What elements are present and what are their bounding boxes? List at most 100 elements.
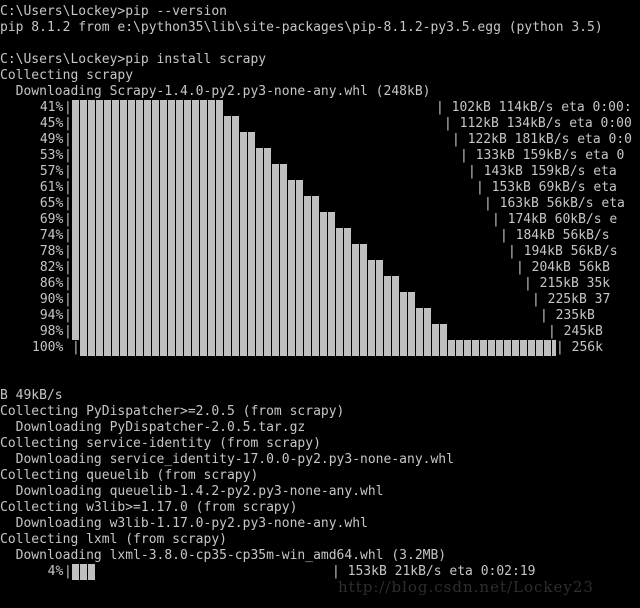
progress-bar-left-bracket: | (64, 292, 72, 307)
progress-stats-label: | 143kB 159kB/s eta (468, 164, 617, 179)
terminal-line: Downloading Scrapy-1.4.0-py2.py3-none-an… (0, 84, 431, 99)
progress-stats-label: | 194kB 56kB/s (508, 244, 618, 259)
progress-bar-fill (72, 132, 256, 148)
progress-bar-left-bracket: | (64, 100, 72, 115)
progress-stats-label: | 133kB 159kB/s eta 0 (460, 148, 625, 163)
progress-stats-label: | 163kB 56kB/s eta (484, 196, 625, 211)
terminal-line: C:\Users\Lockey>pip install scrapy (0, 52, 267, 67)
terminal-line: Downloading w3lib-1.17.0-py2.py3-none-an… (0, 516, 368, 531)
progress-percent-label: 61% (32, 180, 64, 195)
scrapy-progress-row: 61% | | 153kB 69kB/s eta (0, 180, 640, 196)
progress-bar-fill (72, 276, 400, 292)
progress-bar-fill (72, 260, 384, 276)
terminal-line: Downloading queuelib-1.4.2-py2.py3-none-… (0, 484, 384, 499)
terminal-line: Downloading lxml-3.8.0-cp35-cp35m-win_am… (0, 548, 447, 563)
terminal-line: B 49kB/s (0, 388, 63, 403)
scrapy-progress-row: 98% | | 245kB (0, 324, 640, 340)
progress-bar-fill (72, 324, 448, 340)
progress-bar-left-bracket: | (64, 148, 72, 163)
scrapy-progress-row: 65% | | 163kB 56kB/s eta (0, 196, 640, 212)
progress-bar-left-bracket: | (64, 212, 72, 227)
progress-percent-label: 74% (32, 228, 64, 243)
scrapy-progress-row: 57% | | 143kB 159kB/s eta (0, 164, 640, 180)
progress-bar-left-bracket: | (64, 196, 72, 211)
progress-stats-label: | 184kB 56kB/s (500, 228, 610, 243)
scrapy-progress-row: 78% | | 194kB 56kB/s (0, 244, 640, 260)
progress-percent-label: 98% (32, 324, 64, 339)
progress-bar-left-bracket: | (64, 564, 72, 579)
progress-percent-label: 49% (32, 132, 64, 147)
progress-bar-fill (72, 292, 416, 308)
progress-bar-fill (72, 180, 304, 196)
progress-percent-label: 90% (32, 292, 64, 307)
progress-bar-left-bracket: | (72, 340, 80, 355)
scrapy-progress-row: 45% | | 112kB 134kB/s eta 0:00 (0, 116, 640, 132)
progress-stats-label: | 122kB 181kB/s eta 0:0 (452, 132, 633, 147)
scrapy-progress-row: 53% | | 133kB 159kB/s eta 0 (0, 148, 640, 164)
terminal-window[interactable]: C:\Users\Lockey>pip --version pip 8.1.2 f… (0, 0, 640, 608)
progress-percent-label: 57% (32, 164, 64, 179)
progress-stats-label: | 235kB (540, 308, 595, 323)
progress-percent-label: 45% (32, 116, 64, 131)
terminal-line: Collecting lxml (from scrapy) (0, 532, 227, 547)
scrapy-progress-row: 69% | | 174kB 60kB/s e (0, 212, 640, 228)
progress-percent-label: 78% (32, 244, 64, 259)
progress-bar-left-bracket: | (64, 180, 72, 195)
terminal-line: Collecting PyDispatcher>=2.0.5 (from scr… (0, 404, 345, 419)
scrapy-progress-row: 74% | | 184kB 56kB/s (0, 228, 640, 244)
progress-stats-label: | 225kB 37 (532, 292, 611, 307)
progress-bar-fill (80, 340, 556, 356)
progress-stats-label: | 245kB (548, 324, 603, 339)
progress-bar-left-bracket: | (64, 164, 72, 179)
terminal-line: Collecting scrapy (0, 68, 134, 83)
progress-bar-fill (72, 212, 336, 228)
progress-percent-label: 82% (32, 260, 64, 275)
scrapy-progress-row: 49% | | 122kB 181kB/s eta 0:0 (0, 132, 640, 148)
progress-stats-label: | 174kB 60kB/s e (492, 212, 618, 227)
progress-percent-label: 94% (32, 308, 64, 323)
progress-bar-fill (72, 564, 96, 580)
progress-bar-fill (72, 244, 368, 260)
scrapy-progress-row: 94% | | 235kB (0, 308, 640, 324)
terminal-line: Collecting service-identity (from scrapy… (0, 436, 321, 451)
progress-stats-label: | 102kB 114kB/s eta 0:00: (436, 100, 632, 115)
progress-stats-label: | 256k (556, 340, 603, 355)
progress-bar-fill (72, 308, 432, 324)
progress-stats-label: | 204kB 56kB (516, 260, 610, 275)
scrapy-progress-row: 86% | | 215kB 35k (0, 276, 640, 292)
progress-stats-label: | 153kB 69kB/s eta (476, 180, 617, 195)
progress-percent-label: 100% (32, 340, 64, 355)
terminal-line: C:\Users\Lockey>pip --version (0, 4, 227, 19)
progress-percent-label: 86% (32, 276, 64, 291)
scrapy-progress-row: 82% | | 204kB 56kB (0, 260, 640, 276)
progress-bar-fill (72, 116, 240, 132)
progress-bar-fill (72, 148, 272, 164)
progress-stats-label: | 112kB 134kB/s eta 0:00 (444, 116, 632, 131)
terminal-line: Downloading PyDispatcher-2.0.5.tar.gz (0, 420, 306, 435)
terminal-line: Collecting w3lib>=1.17.0 (from scrapy) (0, 500, 298, 515)
progress-stats-label: | 215kB 35k (524, 276, 611, 291)
progress-bar-left-bracket: | (64, 228, 72, 243)
terminal-line: Downloading service_identity-17.0.0-py2.… (0, 452, 454, 467)
scrapy-progress-row: 100% | | 256k (0, 340, 640, 356)
progress-bar-left-bracket: | (64, 324, 72, 339)
progress-bar-fill (72, 164, 288, 180)
progress-bar-left-bracket: | (64, 276, 72, 291)
scrapy-progress-row: 41% | | 102kB 114kB/s eta 0:00: (0, 100, 640, 116)
progress-bar-fill (72, 196, 320, 212)
progress-bar-left-bracket: | (64, 244, 72, 259)
progress-percent-label: 69% (32, 212, 64, 227)
terminal-line: pip 8.1.2 from e:\python35\lib\site-pack… (0, 20, 603, 35)
progress-bar-left-bracket: | (64, 132, 72, 147)
scrapy-progress-row: 90% | | 225kB 37 (0, 292, 640, 308)
terminal-line: Collecting queuelib (from scrapy) (0, 468, 259, 483)
watermark: http://blog.csdn.net/Lockey23 (338, 578, 594, 596)
progress-bar-fill (72, 228, 352, 244)
progress-bar-left-bracket: | (64, 116, 72, 131)
progress-percent-label: 53% (32, 148, 64, 163)
progress-bar-left-bracket: | (64, 308, 72, 323)
progress-bar-fill (72, 100, 224, 116)
progress-bar-left-bracket: | (64, 260, 72, 275)
progress-percent-label: 41% (32, 100, 64, 115)
progress-percent-label: 65% (32, 196, 64, 211)
